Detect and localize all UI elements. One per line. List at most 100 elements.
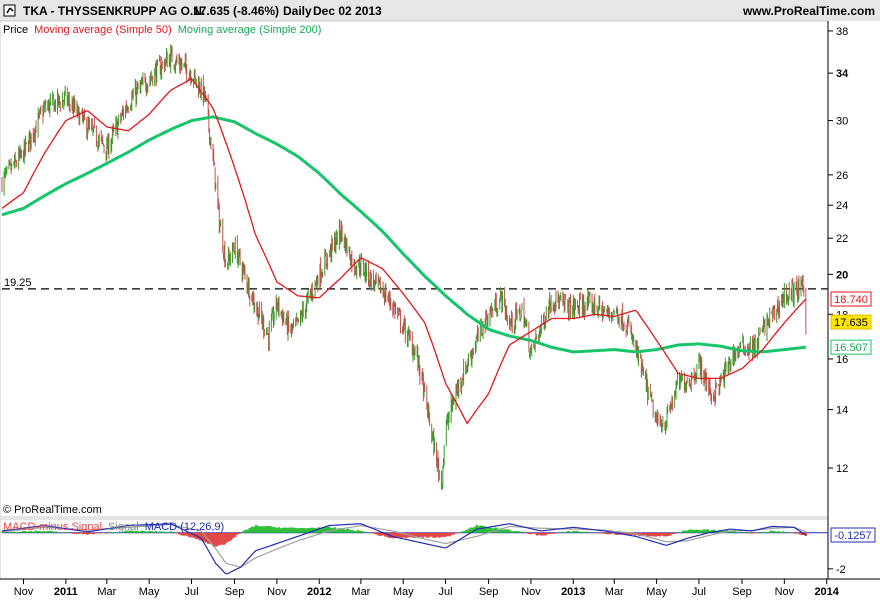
macd-histogram-bar [277, 527, 281, 533]
site-label: www.ProRealTime.com [742, 4, 875, 18]
macd-histogram-bar [265, 525, 268, 533]
macd-histogram-bar [442, 532, 445, 538]
y-tick-label: 20 [836, 269, 848, 281]
macd-histogram-bar [244, 529, 247, 533]
macd-histogram-bar [271, 526, 274, 533]
macd-histogram-bar [256, 525, 260, 533]
macd-histogram-bar [752, 532, 756, 534]
macd-histogram-bar [773, 531, 776, 533]
x-tick-label: May [646, 586, 667, 598]
macd-histogram-bar [521, 531, 524, 533]
macd-histogram-bar [350, 530, 354, 533]
macd-histogram-bar [238, 532, 241, 534]
macd-histogram-bar [565, 531, 568, 533]
legend-ma200: Moving average (Simple 200) [178, 24, 322, 36]
macd-histogram-bar [242, 530, 245, 533]
macd-histogram-bar [463, 530, 466, 533]
macd-histogram-bar [104, 532, 108, 534]
macd-histogram-bar [765, 531, 768, 533]
macd-histogram-bar [740, 531, 743, 533]
macd-histogram-bar [377, 532, 381, 536]
macd-histogram-bar [527, 532, 531, 534]
macd-histogram-bar [392, 532, 395, 539]
macd-histogram-bar [781, 531, 785, 533]
macd-histogram-bar [284, 527, 287, 533]
macd-histogram-bar [436, 532, 439, 538]
macd-histogram-bar [767, 531, 770, 533]
macd-histogram-bar [448, 532, 451, 537]
macd-histogram-bar [771, 530, 774, 533]
macd-histogram-bar [288, 527, 291, 533]
macd-histogram-bar [677, 532, 681, 533]
macd-histogram-bar [427, 532, 431, 538]
date-label: Dec 02 2013 [313, 4, 382, 18]
macd-histogram-bar [263, 526, 266, 533]
macd-histogram-bar [223, 532, 227, 545]
chart-window: TKA - THYSSENKRUPP AG O.N. 17.635 (-8.46… [0, 0, 880, 600]
macd-histogram-bar [411, 532, 414, 538]
macd-histogram-bar [704, 529, 708, 533]
macd-histogram-bar [236, 532, 239, 535]
macd-histogram-bar [569, 531, 572, 533]
macd-histogram-bar [354, 531, 358, 533]
macd-histogram-bar [606, 532, 610, 535]
resistance-label: 19.25 [4, 277, 32, 289]
macd-legend: MACD-minus Signal Signal MACD (12,26,9) [3, 521, 224, 533]
x-tick-label: Sep [732, 586, 752, 598]
macd-histogram-bar [279, 528, 283, 533]
y-tick-label: 26 [836, 170, 848, 182]
macd-histogram-bar [690, 529, 693, 533]
macd-histogram-bar [304, 528, 308, 533]
macd-histogram-bar [600, 532, 603, 534]
macd-histogram-bar [467, 528, 470, 533]
macd-histogram-bar [796, 532, 799, 534]
macd-histogram-bar [688, 529, 691, 533]
macd-histogram-bar [296, 528, 299, 533]
macd-histogram-bar [369, 532, 372, 534]
macd-histogram-bar [519, 531, 522, 533]
macd-histogram-bar [361, 530, 364, 533]
macd-histogram-bar [561, 531, 564, 533]
period-label: Daily [283, 4, 312, 18]
macd-histogram-bar [246, 529, 249, 533]
x-tick-label: Mar [351, 586, 370, 598]
macd-histogram-bar [735, 531, 739, 533]
macd-histogram-bar [346, 528, 349, 533]
macd-histogram-bar [763, 532, 766, 533]
macd-histogram-bar [446, 532, 449, 537]
y-tick-label: 12 [836, 463, 848, 475]
macd-histogram-bar [515, 530, 518, 533]
x-tick-label: Mar [605, 586, 624, 598]
macd-histogram-bar [221, 532, 224, 545]
macd-histogram-bar [186, 532, 189, 536]
macd-histogram-bar [429, 532, 433, 537]
macd-histogram-bar [486, 527, 489, 533]
macd-histogram-bar [356, 529, 360, 533]
macd-histogram-bar [273, 527, 277, 533]
price-legend: Price Moving average (Simple 50) Moving … [3, 24, 321, 36]
macd-histogram-bar [294, 527, 297, 533]
legend-price: Price [3, 24, 28, 36]
macd-histogram-bar [252, 526, 256, 533]
macd-histogram-bar [571, 531, 574, 533]
x-tick-label: Jul [692, 586, 706, 598]
macd-histogram-bar [685, 530, 689, 533]
legend-ma50: Moving average (Simple 50) [34, 24, 172, 36]
macd-histogram-bar [458, 531, 462, 533]
macd-histogram-bar [604, 532, 608, 535]
macd-histogram-bar [575, 530, 578, 533]
macd-histogram-bar [225, 532, 229, 543]
macd-histogram-bar [540, 532, 543, 536]
x-tick-label: Nov [775, 586, 795, 598]
macd-histogram-bar [596, 532, 599, 534]
macd-histogram-bar [531, 532, 535, 534]
macd-histogram-bar [775, 531, 778, 533]
x-tick-label: Sep [479, 586, 499, 598]
macd-histogram-bar [760, 531, 764, 533]
macd-histogram-bar [608, 532, 612, 535]
macd-histogram-bar [660, 532, 664, 536]
legend-hist: MACD-minus Signal [3, 521, 102, 533]
macd-histogram-bar [777, 531, 780, 533]
macd-histogram-bar [702, 529, 706, 533]
macd-histogram-bar [465, 530, 468, 533]
